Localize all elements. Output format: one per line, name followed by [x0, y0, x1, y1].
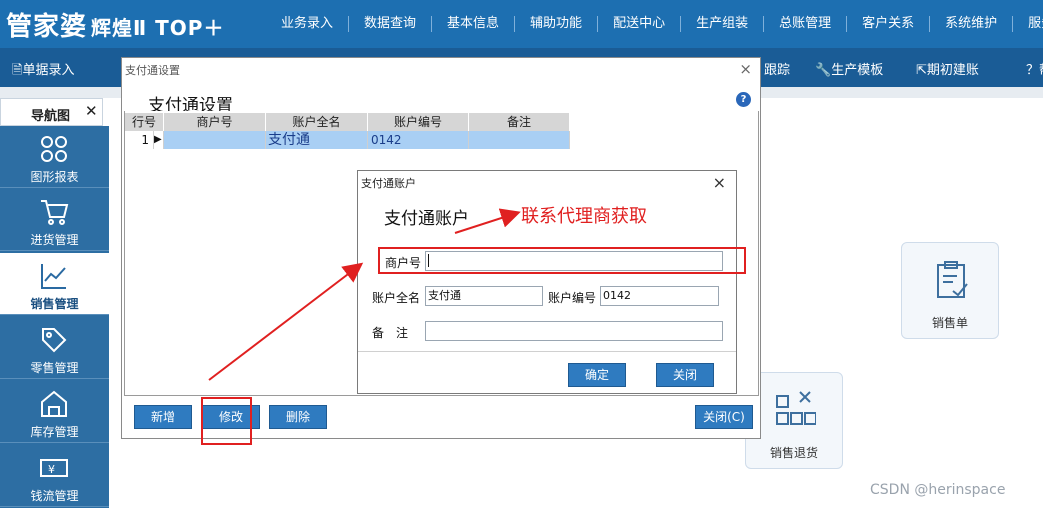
arrow-to-merchant: [208, 262, 364, 381]
arrow-to-note: [454, 208, 521, 234]
annotation-arrows: [208, 208, 521, 381]
